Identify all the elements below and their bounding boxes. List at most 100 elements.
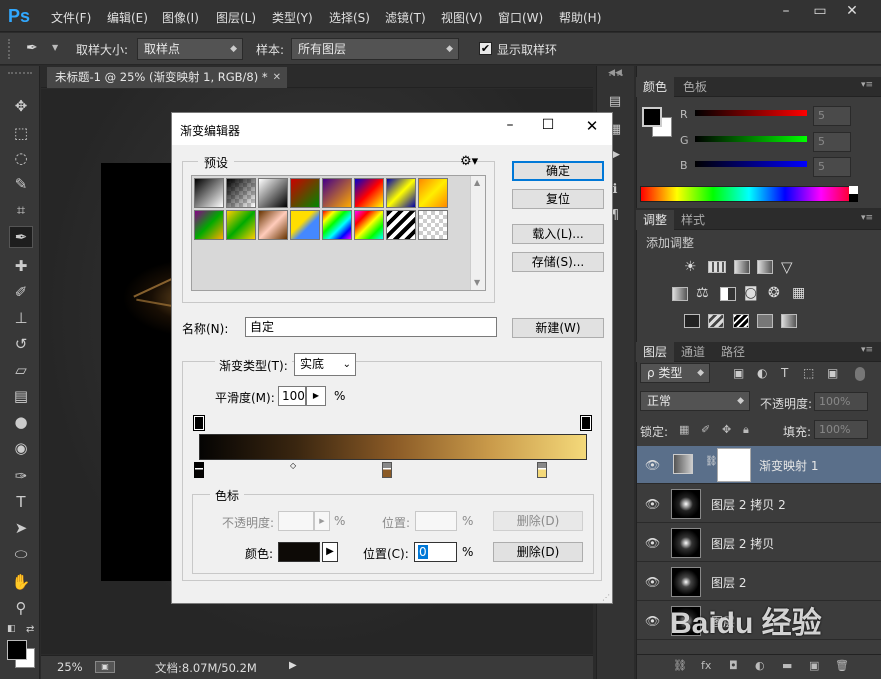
preset-swatch[interactable] (194, 178, 224, 208)
preset-swatch[interactable] (226, 178, 256, 208)
show-ring-checkbox[interactable]: ✔ (479, 42, 492, 55)
spectrum-white[interactable] (849, 186, 858, 194)
visibility-eye-icon[interactable]: 👁︎ (645, 614, 660, 628)
preset-swatch[interactable] (418, 210, 448, 240)
tab-paths[interactable]: 路径 (714, 342, 752, 362)
color-stop[interactable] (194, 462, 204, 478)
close-icon[interactable]: ✕ (578, 117, 606, 139)
marquee-icon[interactable]: ⬚ (10, 123, 32, 143)
tab-layers[interactable]: 图层 (636, 342, 675, 362)
document-tab[interactable]: 未标题-1 @ 25% (渐变映射 1, RGB/8) * ✕ (47, 67, 287, 88)
gradient-icon[interactable]: ▤ (10, 386, 32, 406)
delete-layer-icon[interactable]: 🗑︎ (835, 659, 849, 672)
opacity-value[interactable]: 100% (814, 392, 868, 411)
smoothness-stepper-icon[interactable]: ▶ (306, 386, 326, 406)
filter-smart-icon[interactable]: ▣ (827, 366, 838, 380)
posterize-icon[interactable] (708, 314, 724, 328)
name-input[interactable]: 自定 (245, 317, 497, 337)
menu-edit[interactable]: 编辑(E) (107, 9, 148, 26)
type-icon[interactable]: T (10, 492, 32, 512)
menu-filter[interactable]: 滤镜(T) (385, 9, 426, 26)
curves-icon[interactable] (734, 260, 750, 274)
color-stop[interactable] (537, 462, 547, 478)
sample-size-select[interactable]: 取样点 ◆ (137, 38, 243, 60)
hand-icon[interactable]: ✋ (10, 572, 32, 592)
scroll-up-icon[interactable]: ▲ (474, 178, 480, 187)
gear-icon[interactable]: ⚙▾ (460, 154, 478, 169)
move-icon[interactable]: ✥ (10, 96, 32, 116)
maximize-icon[interactable]: ☐ (534, 117, 562, 139)
color-location-input[interactable]: 0 (414, 542, 457, 562)
selective-color-icon[interactable] (757, 314, 773, 328)
preset-swatch[interactable] (354, 210, 384, 240)
menu-type[interactable]: 类型(Y) (272, 9, 313, 26)
panel-menu-icon[interactable]: ▾≡ (861, 345, 873, 355)
ok-button[interactable]: 确定 (512, 161, 604, 181)
tab-styles[interactable]: 样式 (674, 210, 712, 230)
stop-color-arrow-icon[interactable]: ▶ (322, 542, 338, 562)
opacity-stop-left[interactable] (193, 415, 205, 431)
collapse-icon[interactable]: ◀◀ (603, 68, 627, 78)
preset-swatch[interactable] (354, 178, 384, 208)
eyedropper-icon[interactable]: ✒ (9, 226, 33, 248)
preset-swatch[interactable] (226, 210, 256, 240)
default-colors-icon[interactable]: ◧ (7, 624, 16, 634)
channel-value-b[interactable]: 5 (813, 157, 851, 177)
layer-filter-select[interactable]: ρ 类型 ◆ (640, 363, 710, 383)
layer-row[interactable]: 👁︎ 图层 2 拷贝 (637, 524, 881, 562)
visibility-eye-icon[interactable]: 👁︎ (645, 497, 660, 511)
channel-value-g[interactable]: 5 (813, 132, 851, 152)
stamp-icon[interactable]: ⊥ (10, 308, 32, 328)
lock-all-icon[interactable]: 🔒︎ (743, 423, 749, 437)
levels-icon[interactable] (708, 261, 726, 273)
chevron-down-icon[interactable]: ▼ (52, 43, 58, 52)
tab-channels[interactable]: 通道 (674, 342, 712, 362)
preset-swatch[interactable] (322, 178, 352, 208)
panel-menu-icon[interactable]: ▾≡ (861, 213, 873, 223)
tab-color[interactable]: 颜色 (636, 77, 675, 97)
eraser-icon[interactable]: ▱ (10, 360, 32, 380)
fx-icon[interactable]: fx (701, 659, 711, 672)
layer-name[interactable]: 图层 2 拷贝 (711, 535, 774, 552)
swap-colors-icon[interactable]: ⇄ (26, 624, 34, 635)
zoom-level[interactable]: 25% (57, 660, 83, 674)
delete-color-stop-button[interactable]: 删除(D) (493, 542, 583, 562)
preset-swatch[interactable] (418, 178, 448, 208)
stop-color-swatch[interactable] (278, 542, 320, 562)
preset-swatch[interactable] (194, 210, 224, 240)
visibility-eye-icon[interactable]: 👁︎ (645, 536, 660, 550)
channel-slider-r[interactable] (695, 110, 807, 116)
color-foreground-swatch[interactable] (642, 107, 662, 127)
new-group-icon[interactable]: ▬ (782, 659, 792, 672)
lock-pixels-icon[interactable]: ✐ (701, 423, 710, 436)
new-button[interactable]: 新建(W) (512, 318, 604, 338)
layer-row[interactable]: 👁︎ 图层 2 (637, 563, 881, 601)
preset-swatch[interactable] (290, 178, 320, 208)
reset-button[interactable]: 复位 (512, 189, 604, 209)
resize-grip-icon[interactable]: ⋰ (602, 593, 610, 602)
fill-value[interactable]: 100% (814, 420, 868, 439)
preset-swatch[interactable] (290, 210, 320, 240)
visibility-eye-icon[interactable]: 👁︎ (645, 575, 660, 589)
eyedropper-icon[interactable]: ✒ (26, 40, 38, 56)
menu-image[interactable]: 图像(I) (162, 9, 199, 26)
layer-row[interactable]: 👁︎ ⛓ 渐变映射 1 (637, 446, 881, 484)
pen-icon[interactable]: ✑ (10, 466, 32, 486)
filter-pixel-icon[interactable]: ▣ (733, 366, 744, 380)
foreground-color-swatch[interactable] (7, 640, 27, 660)
filter-shape-icon[interactable]: ⬚ (803, 366, 814, 380)
blur-icon[interactable]: ● (10, 412, 32, 432)
color-balance-icon[interactable]: ⚖ (696, 285, 709, 301)
menu-view[interactable]: 视图(V) (441, 9, 483, 26)
lock-transparent-icon[interactable]: ▦ (679, 423, 689, 436)
brush-icon[interactable]: ✐ (10, 282, 32, 302)
photo-filter-icon[interactable]: ◙ (744, 285, 758, 301)
gradient-map-icon[interactable] (781, 314, 797, 328)
layer-name[interactable]: 图层 2 拷贝 2 (711, 496, 786, 513)
spectrum-black[interactable] (849, 194, 858, 202)
visibility-eye-icon[interactable]: 👁︎ (645, 458, 660, 472)
status-menu-icon[interactable]: ▶ (289, 660, 297, 671)
status-options-icon[interactable]: ▣ (95, 661, 115, 673)
filter-toggle[interactable] (855, 367, 865, 381)
color-spectrum[interactable] (640, 186, 858, 202)
